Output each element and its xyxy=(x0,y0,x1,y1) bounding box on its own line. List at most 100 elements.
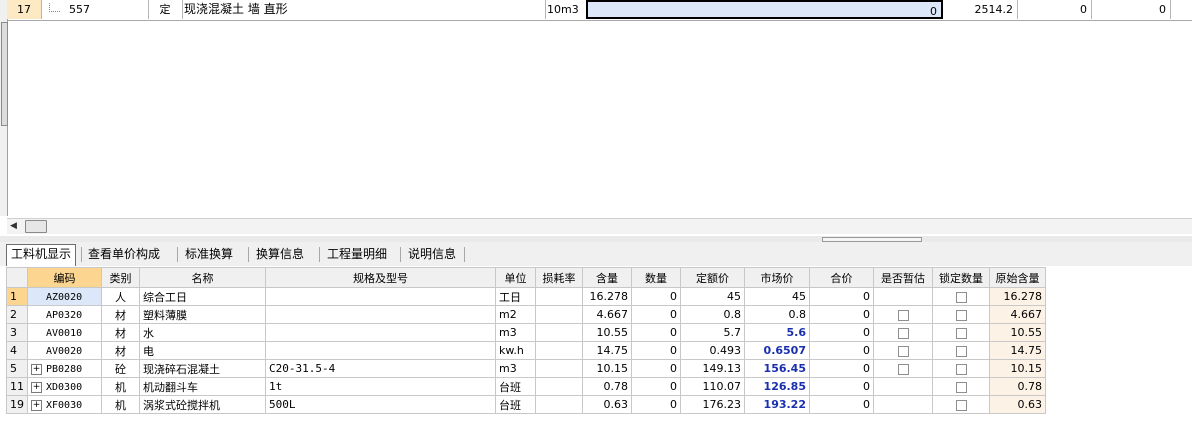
unit-price-cell[interactable]: 2514.2 xyxy=(944,0,1018,19)
expand-icon[interactable]: + xyxy=(31,399,42,411)
table-row[interactable]: 19 + XF0030 机涡浆式砼搅拌机 500L 台班 0.63 0 176.23 193.22… xyxy=(6,395,1046,414)
is-estimate-cell[interactable] xyxy=(873,323,933,342)
loss-rate-cell[interactable] xyxy=(535,305,583,324)
content-cell[interactable]: 14.75 xyxy=(582,341,632,360)
code-cell[interactable]: + PB0280 xyxy=(27,359,102,378)
unit-cell[interactable]: m2 xyxy=(495,305,536,324)
quantity-input[interactable]: 0 xyxy=(586,0,943,19)
type-cell[interactable]: 材 xyxy=(101,305,140,324)
total-price-cell[interactable]: 0 xyxy=(809,377,874,396)
table-row[interactable]: 4 AV0020 材电 kw.h 14.75 0 0.493 0.6507 0 14.75 xyxy=(6,341,1046,360)
lock-quantity-checkbox[interactable] xyxy=(955,381,967,393)
total-price-cell[interactable]: 0 xyxy=(809,323,874,342)
header-type[interactable]: 类别 xyxy=(101,267,140,288)
market-price-cell[interactable]: 0.8 xyxy=(744,305,810,324)
code-cell[interactable]: + XD0300 xyxy=(27,377,102,396)
name-cell[interactable]: 涡浆式砼搅拌机 xyxy=(139,395,266,414)
market-price-cell[interactable]: 156.45 xyxy=(744,359,810,378)
value-cell-a[interactable]: 0 xyxy=(1019,0,1092,19)
table-row[interactable]: 11 + XD0300 机机动翻斗车 1t 台班 0.78 0 110.07 126.85 0 0.7… xyxy=(6,377,1046,396)
unit-cell[interactable]: 10m3 xyxy=(545,0,588,19)
tab-standard-conversion[interactable]: 标准换算 xyxy=(181,245,237,264)
quantity-cell[interactable]: 0 xyxy=(631,287,681,306)
header-content[interactable]: 含量 xyxy=(582,267,632,288)
market-price-cell[interactable]: 5.6 xyxy=(744,323,810,342)
type-cell[interactable]: 定 xyxy=(148,0,183,19)
tab-price-breakdown[interactable]: 查看单价构成 xyxy=(84,245,164,264)
code-cell[interactable]: AV0010 xyxy=(27,323,102,342)
header-spec[interactable]: 规格及型号 xyxy=(265,267,496,288)
header-unit[interactable]: 单位 xyxy=(495,267,536,288)
quota-price-cell[interactable]: 176.23 xyxy=(680,395,745,414)
header-lock-quantity[interactable]: 锁定数量 xyxy=(932,267,990,288)
lock-quantity-checkbox[interactable] xyxy=(955,363,967,375)
name-cell[interactable]: 现浇混凝土 墙 直形 xyxy=(182,0,546,19)
total-price-cell[interactable]: 0 xyxy=(809,287,874,306)
code-cell[interactable]: 557 xyxy=(41,0,149,19)
horizontal-scrollbar-thumb[interactable] xyxy=(25,220,47,233)
quota-price-cell[interactable]: 110.07 xyxy=(680,377,745,396)
name-cell[interactable]: 电 xyxy=(139,341,266,360)
estimate-checkbox[interactable] xyxy=(897,345,909,357)
lock-quantity-checkbox[interactable] xyxy=(955,291,967,303)
lock-quantity-checkbox[interactable] xyxy=(955,309,967,321)
quantity-cell[interactable]: 0 xyxy=(631,377,681,396)
is-estimate-cell[interactable] xyxy=(873,287,933,306)
quantity-cell[interactable]: 0 xyxy=(631,359,681,378)
spec-cell[interactable]: 500L xyxy=(265,395,496,414)
tab-resources[interactable]: 工料机显示 xyxy=(6,244,77,266)
lock-quantity-cell[interactable] xyxy=(932,341,990,360)
quota-price-cell[interactable]: 5.7 xyxy=(680,323,745,342)
type-cell[interactable]: 机 xyxy=(101,395,140,414)
value-cell-b[interactable]: 0 xyxy=(1093,0,1171,19)
spec-cell[interactable] xyxy=(265,305,496,324)
header-name[interactable]: 名称 xyxy=(139,267,266,288)
code-cell[interactable]: AP0320 xyxy=(27,305,102,324)
left-scrollbar-thumb[interactable] xyxy=(1,22,8,126)
name-cell[interactable]: 水 xyxy=(139,323,266,342)
code-cell[interactable]: + XF0030 xyxy=(27,395,102,414)
table-row[interactable]: 3 AV0010 材水 m3 10.55 0 5.7 5.6 0 10.55 xyxy=(6,323,1046,342)
header-is-estimate[interactable]: 是否暂估 xyxy=(873,267,933,288)
market-price-cell[interactable]: 0.6507 xyxy=(744,341,810,360)
horizontal-scrollbar[interactable]: ◀ xyxy=(7,218,1192,234)
unit-cell[interactable]: m3 xyxy=(495,359,536,378)
table-row[interactable]: 1 AZ0020 人综合工日 工日 16.278 0 45 45 0 16.278 xyxy=(6,287,1046,306)
content-cell[interactable]: 16.278 xyxy=(582,287,632,306)
loss-rate-cell[interactable] xyxy=(535,359,583,378)
loss-rate-cell[interactable] xyxy=(535,341,583,360)
loss-rate-cell[interactable] xyxy=(535,395,583,414)
is-estimate-cell[interactable] xyxy=(873,305,933,324)
tab-quantity-details[interactable]: 工程量明细 xyxy=(323,245,391,264)
is-estimate-cell[interactable] xyxy=(873,377,933,396)
unit-cell[interactable]: 台班 xyxy=(495,395,536,414)
lock-quantity-checkbox[interactable] xyxy=(955,399,967,411)
quantity-cell[interactable]: 0 xyxy=(631,395,681,414)
lock-quantity-cell[interactable] xyxy=(932,377,990,396)
spec-cell[interactable] xyxy=(265,341,496,360)
spec-cell[interactable] xyxy=(265,323,496,342)
table-row[interactable]: 5 + PB0280 砼现浇碎石混凝土 C20-31.5-4 m3 10.15 0 149.13… xyxy=(6,359,1046,378)
name-cell[interactable]: 机动翻斗车 xyxy=(139,377,266,396)
estimate-checkbox[interactable] xyxy=(897,327,909,339)
name-cell[interactable]: 塑料薄膜 xyxy=(139,305,266,324)
loss-rate-cell[interactable] xyxy=(535,287,583,306)
header-quantity[interactable]: 数量 xyxy=(631,267,681,288)
type-cell[interactable]: 砼 xyxy=(101,359,140,378)
header-market-price[interactable]: 市场价 xyxy=(744,267,810,288)
total-price-cell[interactable]: 0 xyxy=(809,359,874,378)
code-cell[interactable]: AZ0020 xyxy=(27,287,102,306)
total-price-cell[interactable]: 0 xyxy=(809,341,874,360)
unit-cell[interactable]: kw.h xyxy=(495,341,536,360)
market-price-cell[interactable]: 126.85 xyxy=(744,377,810,396)
unit-cell[interactable]: 工日 xyxy=(495,287,536,306)
table-row[interactable]: 17 557 定 现浇混凝土 墙 直形 10m3 0 2514.2 0 0 xyxy=(7,0,1192,21)
name-cell[interactable]: 综合工日 xyxy=(139,287,266,306)
lock-quantity-cell[interactable] xyxy=(932,305,990,324)
type-cell[interactable]: 材 xyxy=(101,341,140,360)
lock-quantity-cell[interactable] xyxy=(932,323,990,342)
header-code[interactable]: 编码 xyxy=(27,267,102,288)
type-cell[interactable]: 机 xyxy=(101,377,140,396)
content-cell[interactable]: 10.15 xyxy=(582,359,632,378)
unit-cell[interactable]: m3 xyxy=(495,323,536,342)
